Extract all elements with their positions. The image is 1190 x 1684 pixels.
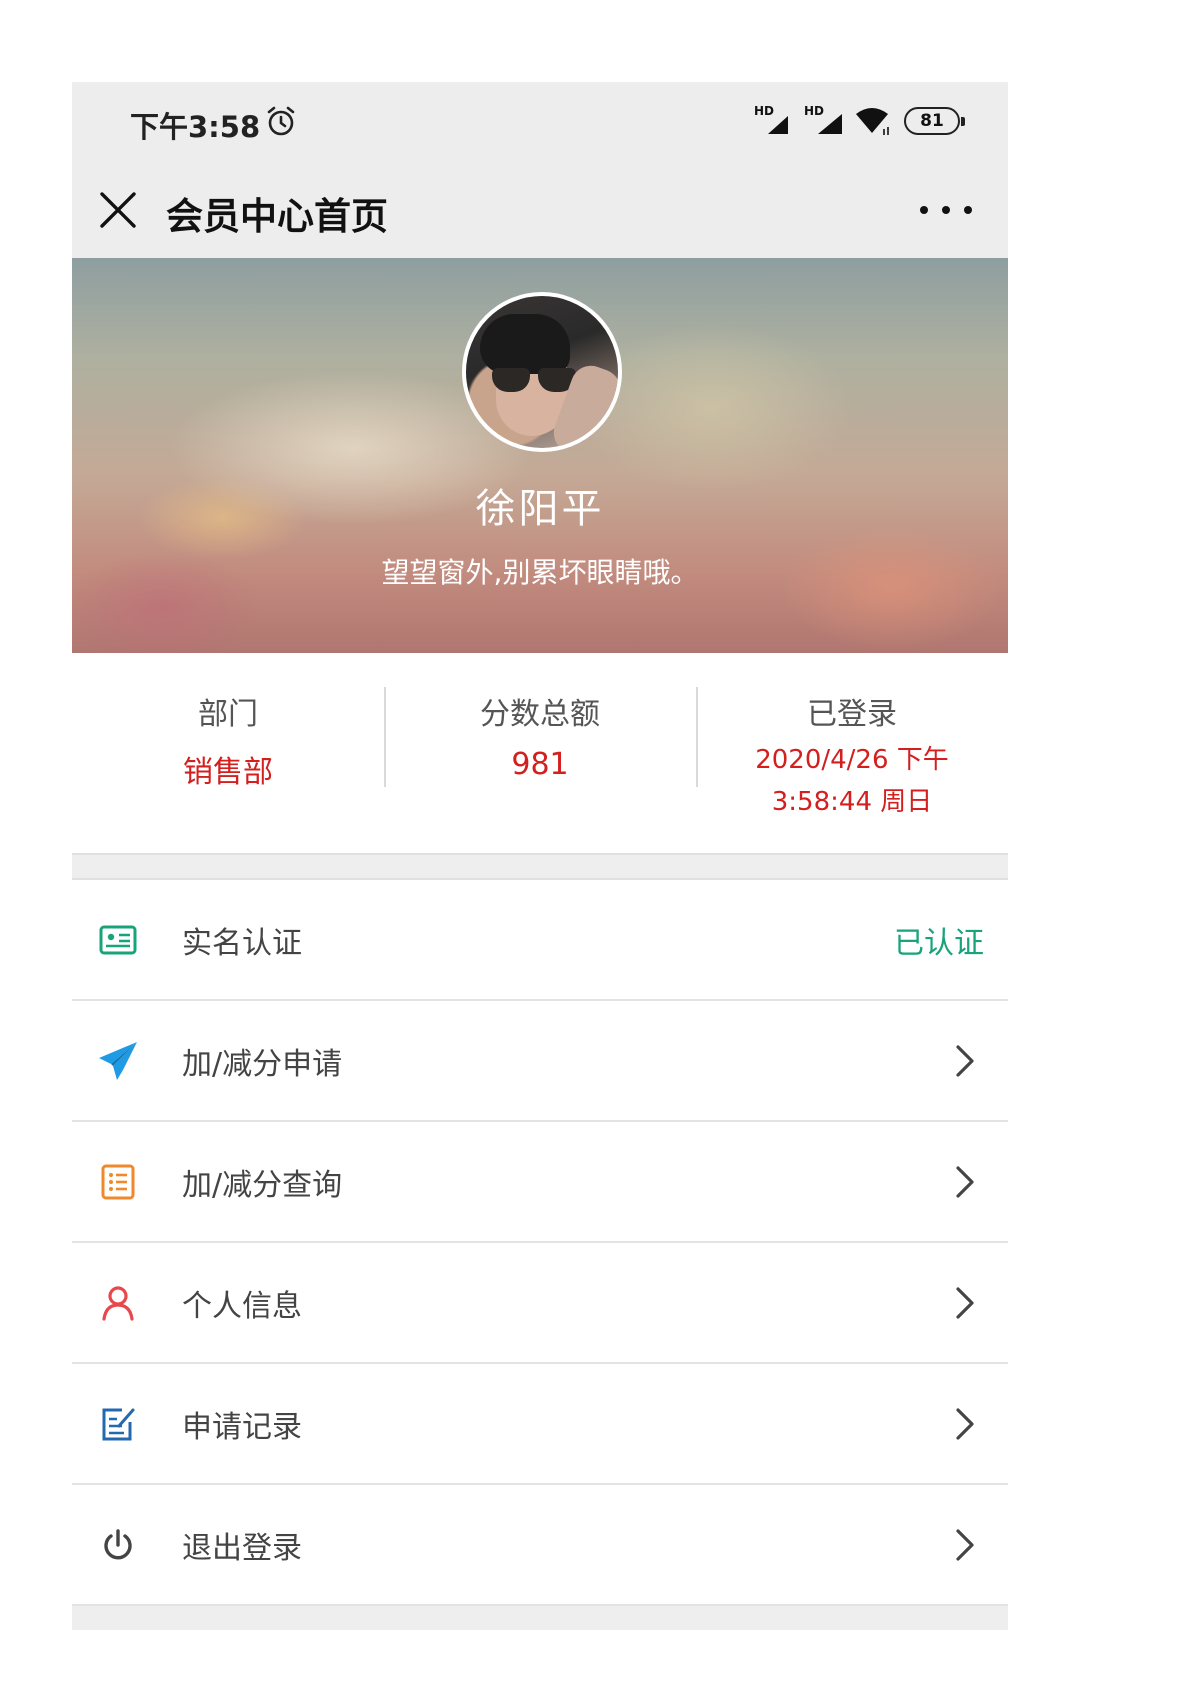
chevron-right-icon bbox=[956, 1286, 974, 1319]
menu-item-apply-records[interactable]: 申请记录 bbox=[72, 1364, 1008, 1485]
stat-department: 部门 销售部 bbox=[72, 653, 384, 853]
stat-value: 2020/4/26 下午 3:58:44 周日 bbox=[696, 739, 1008, 823]
id-card-icon bbox=[99, 925, 137, 954]
user-motto: 望望窗外,别累坏眼睛哦。 bbox=[381, 556, 699, 589]
edit-record-icon bbox=[102, 1408, 135, 1440]
menu-label: 个人信息 bbox=[182, 1288, 302, 1324]
wifi-icon bbox=[856, 108, 889, 135]
menu-item-personal-info[interactable]: 个人信息 bbox=[72, 1243, 1008, 1364]
chevron-right-icon bbox=[956, 1407, 974, 1440]
person-icon bbox=[102, 1285, 134, 1321]
menu-label: 退出登录 bbox=[182, 1530, 302, 1566]
status-bar: 下午3:58 HD HD 81 bbox=[72, 82, 1008, 162]
login-date: 2020/4/26 下午 bbox=[755, 745, 949, 775]
menu-item-real-name[interactable]: 实名认证 已认证 bbox=[72, 880, 1008, 1001]
menu-label: 申请记录 bbox=[182, 1409, 302, 1445]
menu-label: 加/减分查询 bbox=[182, 1167, 343, 1203]
bottom-band bbox=[72, 1606, 1008, 1630]
list-icon bbox=[101, 1164, 135, 1199]
menu-item-score-query[interactable]: 加/减分查询 bbox=[72, 1122, 1008, 1243]
page-title: 会员中心首页 bbox=[166, 195, 388, 238]
paper-plane-icon bbox=[99, 1041, 137, 1080]
menu-label: 加/减分申请 bbox=[182, 1046, 343, 1082]
profile-banner: 徐阳平 望望窗外,别累坏眼睛哦。 bbox=[72, 258, 1008, 653]
menu-label: 实名认证 bbox=[182, 925, 302, 961]
avatar[interactable] bbox=[462, 292, 622, 452]
status-indicators: HD HD 81 bbox=[754, 104, 965, 138]
battery-level: 81 bbox=[920, 111, 944, 131]
login-time: 3:58:44 周日 bbox=[771, 787, 933, 817]
menu-list: 实名认证 已认证 加/减分申请 加/减分查询 个人信息 申请记录 退出登录 bbox=[72, 880, 1008, 1606]
nav-bar: 会员中心首页 bbox=[72, 162, 1008, 258]
chevron-right-icon bbox=[956, 1044, 974, 1077]
stat-label: 已登录 bbox=[807, 697, 897, 732]
close-icon[interactable] bbox=[96, 188, 140, 232]
phone-screen: 下午3:58 HD HD 81 会员中心首页 徐阳平 望望窗外,别累坏眼睛哦。 … bbox=[72, 82, 1008, 1630]
stat-login: 已登录 2020/4/26 下午 3:58:44 周日 bbox=[696, 653, 1008, 853]
user-name: 徐阳平 bbox=[475, 486, 605, 532]
stats-row: 部门 销售部 分数总额 981 已登录 2020/4/26 下午 3:58:44… bbox=[72, 653, 1008, 853]
power-icon bbox=[104, 1528, 132, 1559]
chevron-right-icon bbox=[956, 1528, 974, 1561]
more-dot-icon bbox=[942, 206, 950, 214]
section-divider bbox=[72, 853, 1008, 880]
alarm-clock-icon bbox=[267, 106, 295, 136]
signal-2-icon: HD bbox=[804, 104, 844, 136]
status-time: 下午3:58 bbox=[130, 110, 261, 144]
verified-status: 已认证 bbox=[894, 925, 984, 961]
signal-1-icon: HD bbox=[754, 104, 794, 136]
stat-value: 981 bbox=[511, 747, 569, 782]
stat-value: 销售部 bbox=[183, 755, 273, 790]
menu-item-logout[interactable]: 退出登录 bbox=[72, 1485, 1008, 1606]
stat-label: 部门 bbox=[198, 697, 258, 732]
hd-label: HD bbox=[754, 104, 775, 118]
menu-item-score-apply[interactable]: 加/减分申请 bbox=[72, 1001, 1008, 1122]
more-dot-icon bbox=[964, 206, 972, 214]
stat-label: 分数总额 bbox=[480, 697, 600, 732]
battery-icon: 81 bbox=[904, 107, 965, 135]
hd-label: HD bbox=[804, 104, 825, 118]
more-dot-icon bbox=[920, 206, 928, 214]
stat-score: 分数总额 981 bbox=[384, 653, 696, 853]
chevron-right-icon bbox=[956, 1165, 974, 1198]
more-options-button[interactable] bbox=[920, 190, 972, 230]
